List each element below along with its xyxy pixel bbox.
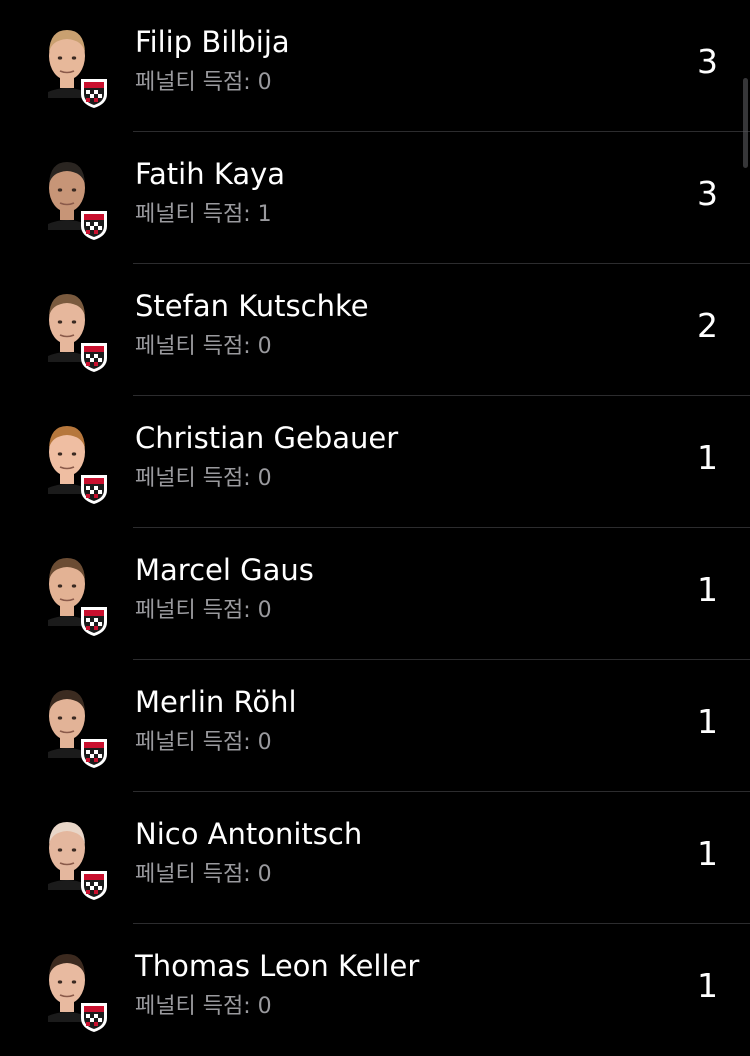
player-name: Christian Gebauer <box>135 421 399 455</box>
penalty-value: 0 <box>257 334 272 359</box>
player-row[interactable]: Fatih Kaya 페널티 득점: 1 3 <box>0 132 750 264</box>
club-badge-icon <box>78 340 110 374</box>
club-badge-icon <box>78 604 110 638</box>
penalty-goals: 페널티 득점: 1 <box>135 200 272 230</box>
penalty-label: 페널티 득점: <box>135 598 251 623</box>
club-badge-icon <box>78 472 110 506</box>
penalty-value: 0 <box>257 598 272 623</box>
goals-count: 3 <box>697 42 718 81</box>
player-row[interactable]: Nico Antonitsch 페널티 득점: 0 1 <box>0 792 750 924</box>
penalty-goals: 페널티 득점: 0 <box>135 596 272 626</box>
penalty-goals: 페널티 득점: 0 <box>135 992 272 1022</box>
player-row[interactable]: Marcel Gaus 페널티 득점: 0 1 <box>0 528 750 660</box>
penalty-goals: 페널티 득점: 0 <box>135 728 272 758</box>
player-name: Merlin Röhl <box>135 685 297 719</box>
penalty-label: 페널티 득점: <box>135 994 251 1019</box>
penalty-goals: 페널티 득점: 0 <box>135 860 272 890</box>
player-row[interactable]: Filip Bilbija 페널티 득점: 0 3 <box>0 0 750 132</box>
goals-count: 1 <box>697 834 718 873</box>
penalty-label: 페널티 득점: <box>135 202 251 227</box>
player-row[interactable]: Thomas Leon Keller 페널티 득점: 0 1 <box>0 924 750 1056</box>
penalty-value: 0 <box>257 70 272 95</box>
penalty-label: 페널티 득점: <box>135 730 251 755</box>
player-name: Fatih Kaya <box>135 157 286 191</box>
goals-count: 1 <box>697 702 718 741</box>
club-badge-icon <box>78 736 110 770</box>
penalty-value: 1 <box>257 202 272 227</box>
player-name: Stefan Kutschke <box>135 289 369 323</box>
penalty-label: 페널티 득점: <box>135 334 251 359</box>
penalty-value: 0 <box>257 862 272 887</box>
penalty-goals: 페널티 득점: 0 <box>135 332 272 362</box>
scorers-list: Filip Bilbija 페널티 득점: 0 3 Fatih Kaya 페널티 득점:… <box>0 0 750 1042</box>
player-name: Filip Bilbija <box>135 25 290 59</box>
penalty-label: 페널티 득점: <box>135 862 251 887</box>
penalty-label: 페널티 득점: <box>135 70 251 95</box>
player-name: Nico Antonitsch <box>135 817 363 851</box>
club-badge-icon <box>78 1000 110 1034</box>
player-row[interactable]: Stefan Kutschke 페널티 득점: 0 2 <box>0 264 750 396</box>
player-name: Thomas Leon Keller <box>135 949 420 983</box>
player-name: Marcel Gaus <box>135 553 314 587</box>
penalty-value: 0 <box>257 466 272 491</box>
penalty-goals: 페널티 득점: 0 <box>135 68 272 98</box>
player-row[interactable]: Merlin Röhl 페널티 득점: 0 1 <box>0 660 750 792</box>
penalty-goals: 페널티 득점: 0 <box>135 464 272 494</box>
penalty-value: 0 <box>257 730 272 755</box>
goals-count: 3 <box>697 174 718 213</box>
club-badge-icon <box>78 208 110 242</box>
player-row[interactable]: Christian Gebauer 페널티 득점: 0 1 <box>0 396 750 528</box>
goals-count: 1 <box>697 438 718 477</box>
goals-count: 2 <box>697 306 718 345</box>
club-badge-icon <box>78 76 110 110</box>
scroll-indicator[interactable] <box>743 78 748 168</box>
goals-count: 1 <box>697 966 718 1005</box>
penalty-label: 페널티 득점: <box>135 466 251 491</box>
goals-count: 1 <box>697 570 718 609</box>
club-badge-icon <box>78 868 110 902</box>
penalty-value: 0 <box>257 994 272 1019</box>
